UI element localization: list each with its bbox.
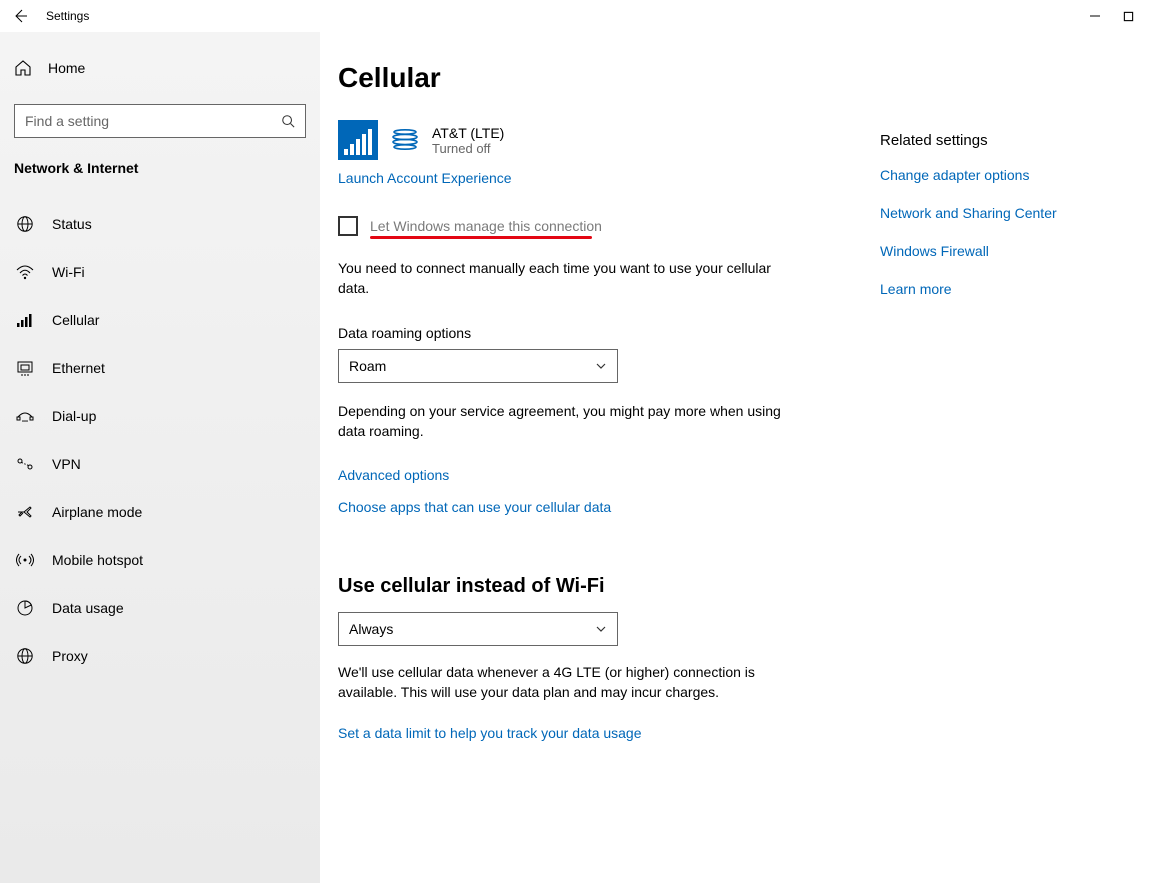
sidebar-item-proxy[interactable]: Proxy (0, 632, 320, 680)
sidebar-item-airplane[interactable]: Airplane mode (0, 488, 320, 536)
airplane-icon (16, 503, 34, 521)
home-icon (14, 59, 32, 77)
sidebar-item-ethernet[interactable]: Ethernet (0, 344, 320, 392)
minimize-button[interactable] (1089, 10, 1101, 22)
network-state: Turned off (432, 141, 504, 156)
home-label: Home (48, 60, 85, 76)
vpn-icon (16, 455, 34, 473)
related-link-firewall[interactable]: Windows Firewall (880, 243, 1057, 259)
related-link-learnmore[interactable]: Learn more (880, 281, 1057, 297)
signal-strength-icon (338, 120, 378, 160)
datausage-icon (16, 599, 34, 617)
instead-heading: Use cellular instead of Wi-Fi (338, 575, 850, 598)
sidebar-item-vpn[interactable]: VPN (0, 440, 320, 488)
checkbox-help-text: You need to connect manually each time y… (338, 258, 788, 299)
home-button[interactable]: Home (0, 46, 320, 90)
ethernet-icon (16, 359, 34, 377)
content-area: Cellular AT&T (LTE) (320, 32, 1156, 883)
sidebar-item-label: VPN (52, 456, 81, 472)
sidebar-item-label: Cellular (52, 312, 99, 328)
sidebar-item-label: Data usage (52, 600, 124, 616)
launch-account-link[interactable]: Launch Account Experience (338, 170, 850, 186)
network-name: AT&T (LTE) (432, 125, 504, 141)
sidebar-item-cellular[interactable]: Cellular (0, 296, 320, 344)
related-settings-panel: Related settings Change adapter options … (880, 62, 1057, 883)
sidebar-item-label: Wi-Fi (52, 264, 85, 280)
search-input-container[interactable] (14, 104, 306, 138)
wifi-icon (16, 263, 34, 281)
related-link-adapter[interactable]: Change adapter options (880, 167, 1057, 183)
page-title: Cellular (338, 62, 850, 94)
roaming-help-text: Depending on your service agreement, you… (338, 401, 788, 442)
sidebar-item-dialup[interactable]: Dial-up (0, 392, 320, 440)
network-status-row: AT&T (LTE) Turned off (338, 120, 850, 160)
sidebar-item-label: Proxy (52, 648, 88, 664)
roaming-value: Roam (349, 358, 386, 374)
proxy-icon (16, 647, 34, 665)
annotation-underline (370, 236, 592, 239)
sidebar-item-label: Status (52, 216, 92, 232)
sidebar-item-label: Ethernet (52, 360, 105, 376)
sidebar-item-label: Mobile hotspot (52, 552, 143, 568)
instead-value: Always (349, 621, 393, 637)
instead-help-text: We'll use cellular data whenever a 4G LT… (338, 662, 788, 703)
back-button[interactable] (12, 8, 28, 24)
choose-apps-link[interactable]: Choose apps that can use your cellular d… (338, 499, 850, 515)
manage-connection-checkbox[interactable]: Let Windows manage this connection (338, 216, 850, 236)
sidebar-item-datausage[interactable]: Data usage (0, 584, 320, 632)
sidebar-item-label: Dial-up (52, 408, 96, 424)
sidebar-item-hotspot[interactable]: Mobile hotspot (0, 536, 320, 584)
data-limit-link[interactable]: Set a data limit to help you track your … (338, 725, 850, 741)
roaming-dropdown[interactable]: Roam (338, 349, 618, 383)
roaming-label: Data roaming options (338, 325, 850, 341)
chevron-down-icon (595, 623, 607, 635)
maximize-button[interactable] (1123, 11, 1134, 22)
search-icon (281, 114, 295, 128)
cellular-icon (16, 311, 34, 329)
instead-dropdown[interactable]: Always (338, 612, 618, 646)
hotspot-icon (16, 551, 34, 569)
status-icon (16, 215, 34, 233)
sidebar-item-wifi[interactable]: Wi-Fi (0, 248, 320, 296)
sidebar: Home Network & Internet Status Wi-Fi (0, 32, 320, 883)
dialup-icon (16, 407, 34, 425)
nav-list: Status Wi-Fi Cellular Ethernet (0, 200, 320, 680)
chevron-down-icon (595, 360, 607, 372)
carrier-globe-icon (390, 125, 420, 155)
checkbox-label: Let Windows manage this connection (370, 218, 602, 234)
titlebar: Settings (0, 0, 1156, 32)
sidebar-section-label: Network & Internet (0, 138, 320, 186)
search-input[interactable] (25, 113, 281, 129)
advanced-options-link[interactable]: Advanced options (338, 467, 850, 483)
checkbox-box[interactable] (338, 216, 358, 236)
sidebar-item-label: Airplane mode (52, 504, 142, 520)
window-title: Settings (46, 9, 89, 23)
related-link-sharing[interactable]: Network and Sharing Center (880, 205, 1057, 221)
related-heading: Related settings (880, 132, 1057, 149)
sidebar-item-status[interactable]: Status (0, 200, 320, 248)
